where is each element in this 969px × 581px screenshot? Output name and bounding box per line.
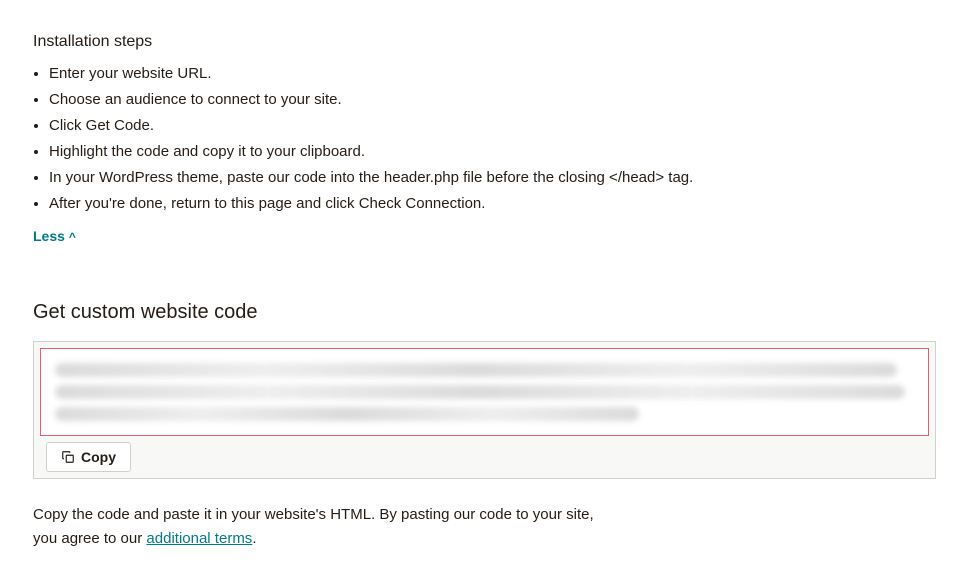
chevron-up-icon: ^	[69, 231, 76, 243]
blurred-code-placeholder	[55, 363, 914, 421]
code-textarea[interactable]	[40, 348, 929, 436]
code-container: Copy	[33, 341, 936, 479]
footer-text: Copy the code and paste it in your websi…	[33, 503, 733, 551]
footer-line2-suffix: .	[252, 530, 256, 547]
less-toggle-label: Less	[33, 226, 65, 247]
footer-line2-prefix: you agree to our	[33, 530, 146, 547]
copy-button-label: Copy	[81, 449, 116, 465]
installation-steps-list: Enter your website URL. Choose an audien…	[33, 62, 936, 216]
list-item: Click Get Code.	[49, 114, 936, 138]
custom-code-heading: Get custom website code	[33, 297, 936, 327]
list-item: Enter your website URL.	[49, 62, 936, 86]
less-toggle-link[interactable]: Less ^	[33, 226, 76, 247]
list-item: After you're done, return to this page a…	[49, 192, 936, 216]
copy-button[interactable]: Copy	[46, 442, 131, 472]
footer-line1: Copy the code and paste it in your websi…	[33, 506, 594, 523]
list-item: In your WordPress theme, paste our code …	[49, 166, 936, 190]
additional-terms-link[interactable]: additional terms	[146, 530, 252, 547]
list-item: Highlight the code and copy it to your c…	[49, 140, 936, 164]
installation-steps-heading: Installation steps	[33, 30, 936, 54]
copy-icon	[61, 450, 75, 464]
list-item: Choose an audience to connect to your si…	[49, 88, 936, 112]
